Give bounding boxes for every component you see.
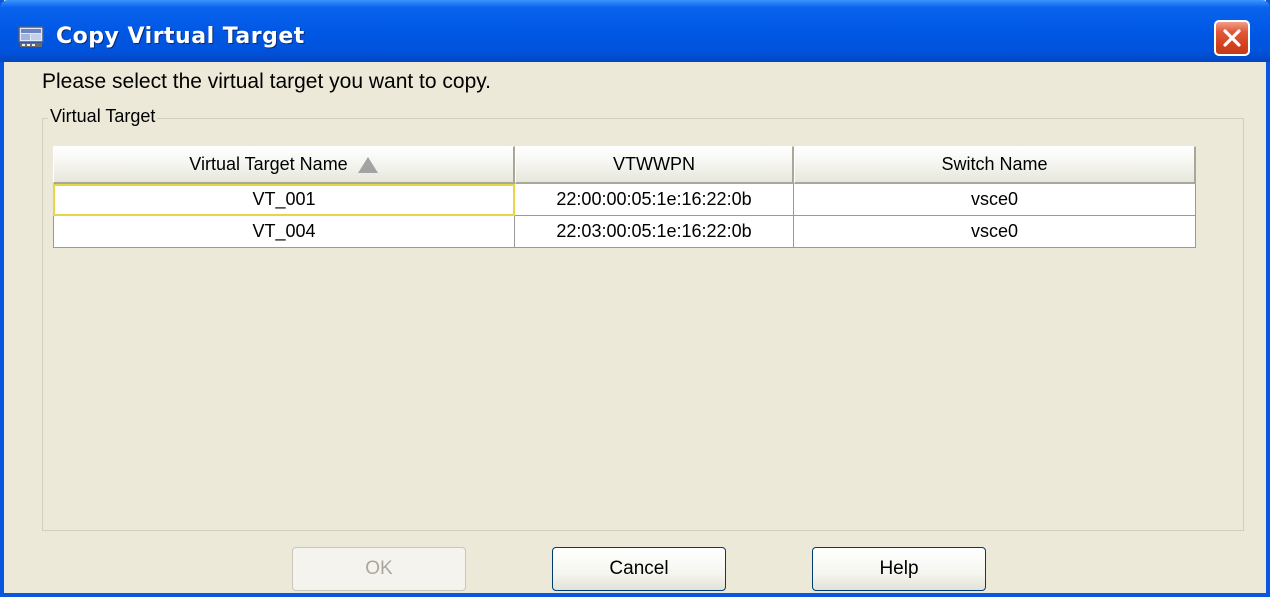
window-title: Copy Virtual Target bbox=[56, 24, 305, 49]
table-row[interactable]: VT_004 22:03:00:05:1e:16:22:0b vsce0 bbox=[53, 216, 1196, 248]
column-header-label: VTWWPN bbox=[613, 154, 695, 174]
close-button[interactable] bbox=[1214, 20, 1250, 56]
help-button[interactable]: Help bbox=[812, 547, 986, 591]
cell-switch-name[interactable]: vsce0 bbox=[794, 184, 1196, 216]
cell-virtual-target-name[interactable]: VT_004 bbox=[53, 216, 515, 248]
table-row[interactable]: VT_001 22:00:00:05:1e:16:22:0b vsce0 bbox=[53, 184, 1196, 216]
title-bar[interactable]: Copy Virtual Target bbox=[0, 0, 1270, 62]
column-header-switch-name[interactable]: Switch Name bbox=[794, 146, 1196, 184]
cell-virtual-target-name[interactable]: VT_001 bbox=[53, 184, 515, 216]
sort-ascending-icon bbox=[357, 156, 378, 173]
column-header-label: Virtual Target Name bbox=[189, 154, 348, 174]
table-header: Virtual Target Name VTWWPN Switch Name bbox=[53, 146, 1196, 184]
cancel-button[interactable]: Cancel bbox=[552, 547, 726, 591]
app-window-icon bbox=[18, 26, 44, 48]
cell-switch-name[interactable]: vsce0 bbox=[794, 216, 1196, 248]
column-header-virtual-target-name[interactable]: Virtual Target Name bbox=[53, 146, 515, 184]
ok-button[interactable]: OK bbox=[292, 547, 466, 591]
column-header-label: Switch Name bbox=[941, 154, 1048, 174]
cell-vtwwpn[interactable]: 22:03:00:05:1e:16:22:0b bbox=[515, 216, 794, 248]
instruction-text: Please select the virtual target you wan… bbox=[42, 70, 492, 93]
column-header-vtwwpn[interactable]: VTWWPN bbox=[515, 146, 794, 184]
cell-vtwwpn[interactable]: 22:00:00:05:1e:16:22:0b bbox=[515, 184, 794, 216]
virtual-target-table: Virtual Target Name VTWWPN Switch Name V… bbox=[53, 146, 1196, 248]
close-icon bbox=[1223, 29, 1241, 47]
group-label: Virtual Target bbox=[48, 106, 158, 127]
copy-virtual-target-dialog: Copy Virtual Target Please select the vi… bbox=[0, 0, 1270, 597]
